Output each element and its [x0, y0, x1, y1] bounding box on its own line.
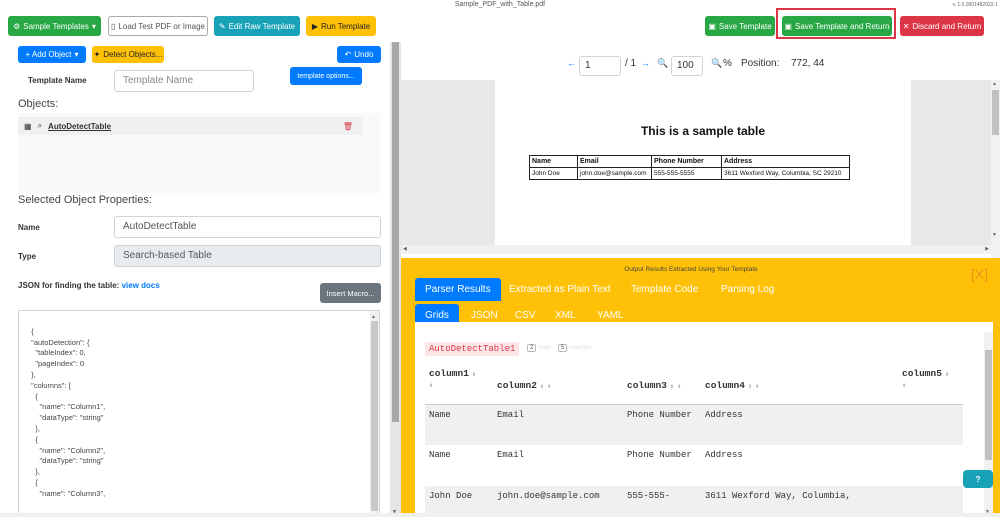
detect-objects-button[interactable]: ✦ Detect Objects... — [92, 46, 164, 63]
caret-down-icon: ▾ — [74, 50, 79, 59]
magic-icon: ✦ — [93, 50, 101, 59]
type-label: Type — [18, 252, 37, 261]
grid-scrollbar[interactable]: ▼ — [984, 332, 993, 517]
scrollbar-thumb[interactable] — [992, 90, 999, 135]
pdf-table: Name Email Phone Number Address John Doe… — [529, 155, 850, 180]
column-header[interactable]: column1 ⬍ ⬍ — [425, 364, 493, 405]
json-label: JSON for finding the table: view docs — [18, 281, 160, 290]
table-row: Name Email Phone Number Address — [425, 404, 963, 445]
tab-parsing-log[interactable]: Parsing Log — [711, 278, 784, 301]
objects-list: ▦ ⌕ AutoDetectTable 🗑 — [18, 113, 380, 193]
insert-macro-button[interactable]: Insert Macro... — [320, 283, 381, 303]
file-icon: ▯ — [111, 21, 116, 31]
sample-templates-dropdown[interactable]: ⚙ Sample Templates ▾ — [8, 16, 101, 36]
gear-icon: ⚙ — [13, 21, 21, 31]
scroll-down-icon[interactable]: ▼ — [992, 232, 997, 238]
splitter-scroll-thumb[interactable] — [392, 42, 399, 422]
version-label: v. 1.0.0001482022-1 — [952, 2, 998, 8]
play-icon: ▶ — [311, 21, 318, 31]
scroll-right-icon[interactable]: ▶ — [985, 246, 989, 252]
edit-raw-template-button[interactable]: ✎ Edit Raw Template — [214, 16, 300, 36]
sort-icon[interactable]: ⬍ — [942, 372, 949, 378]
scroll-left-icon[interactable]: ◀ — [403, 246, 407, 252]
tab-extracted-plain-text[interactable]: Extracted as Plain Text — [499, 278, 621, 301]
tab-template-code[interactable]: Template Code — [621, 278, 708, 301]
selected-properties-heading: Selected Object Properties: — [18, 194, 152, 206]
pdf-page[interactable]: This is a sample table Name Email Phone … — [495, 80, 911, 245]
save-icon: ▣ — [708, 21, 716, 31]
tab-parser-results[interactable]: Parser Results — [415, 278, 501, 301]
save-template-button[interactable]: ▣ Save Template — [705, 16, 775, 36]
status-strip — [0, 513, 1000, 517]
object-name[interactable]: AutoDetectTable — [48, 122, 111, 131]
object-name-input[interactable]: AutoDetectTable — [114, 216, 381, 238]
page-input[interactable]: 1 — [579, 56, 621, 76]
help-button[interactable]: ? — [963, 470, 993, 488]
zoom-unit: % — [723, 58, 732, 69]
preview-panel: ← 1 / 1 → 🔍 100 🔍 % Position: 772, 44 Th… — [401, 42, 1000, 517]
table-icon: ▦ — [24, 121, 32, 131]
grid-name-tag: AutoDetectTable1 — [425, 342, 520, 356]
column-header[interactable]: column3 ⬍ ⬍ — [623, 364, 701, 405]
zoom-input[interactable]: 100 — [671, 56, 703, 76]
undo-button[interactable]: ↶ Undo — [337, 46, 381, 63]
pdf-viewer[interactable]: This is a sample table Name Email Phone … — [401, 80, 1000, 288]
zoom-out-icon[interactable]: 🔍 — [657, 58, 668, 69]
column-header[interactable]: column5 ⬍ ⬍ — [898, 364, 963, 405]
grid-container: AutoDetectTable1 2 rows 5 columns column… — [415, 322, 993, 517]
run-template-button[interactable]: ▶ Run Template — [306, 16, 376, 36]
pdf-vertical-scrollbar[interactable]: ▲ ▼ — [991, 80, 1000, 288]
pdf-horizontal-scrollbar[interactable]: ◀ ▶ — [401, 245, 991, 254]
position-label: Position: — [741, 58, 780, 69]
results-panel: Output Results Extracted Using Your Temp… — [401, 258, 1000, 517]
json-editor-scrollbar[interactable]: ▲ — [370, 311, 379, 516]
window-title: Sample_PDF_with_Table.pdf — [454, 1, 546, 8]
load-test-pdf-button[interactable]: ▯ Load Test PDF or Image — [108, 16, 208, 36]
next-page-icon[interactable]: → — [641, 58, 650, 68]
prev-page-icon[interactable]: ← — [567, 58, 576, 68]
object-type-field: Search-based Table — [114, 245, 381, 267]
close-icon: ✕ — [902, 21, 910, 31]
columns-count-badge: 5 — [558, 344, 568, 352]
list-item[interactable]: ▦ ⌕ AutoDetectTable 🗑 — [18, 117, 363, 135]
highlight-frame — [776, 8, 896, 39]
table-row: Name Email Phone Number Address — [429, 450, 743, 460]
add-object-button[interactable]: + Add Object ▾ — [18, 46, 86, 63]
trash-icon[interactable]: 🗑 — [343, 122, 353, 131]
close-results-button[interactable]: [X] — [971, 266, 988, 282]
template-name-label: Template Name — [28, 76, 87, 85]
rows-count-badge: 2 — [527, 344, 537, 352]
sort-icon[interactable]: ⬍ ⬍ — [667, 384, 681, 390]
scrollbar-thumb[interactable] — [985, 350, 992, 460]
position-value: 772, 44 — [791, 58, 825, 69]
column-header[interactable]: column4 ⬍ ⬍ — [701, 364, 898, 405]
sort-icon[interactable]: ⬍ ⬍ — [745, 384, 759, 390]
name-label: Name — [18, 223, 40, 232]
search-icon: ⌕ — [37, 121, 43, 130]
zoom-in-icon[interactable]: 🔍 — [711, 58, 722, 69]
pdf-title: This is a sample table — [640, 124, 766, 138]
edit-icon: ✎ — [218, 21, 226, 31]
columns-label: columns — [569, 345, 592, 351]
sort-icon[interactable]: ⬍ — [469, 372, 476, 378]
json-text[interactable]: { "autoDetection": { "tableIndex": 0, "p… — [27, 327, 105, 498]
panel-splitter[interactable]: ▼ — [390, 42, 401, 517]
column-header[interactable]: column2 ⬍ ⬍ — [493, 364, 623, 405]
undo-icon: ↶ — [344, 50, 352, 59]
json-editor[interactable]: { "autoDetection": { "tableIndex": 0, "p… — [18, 310, 380, 517]
discard-and-return-button[interactable]: ✕ Discard and Return — [900, 16, 984, 36]
view-docs-link[interactable]: view docs — [122, 281, 160, 290]
caret-down-icon: ▾ — [91, 21, 96, 31]
results-grid: column1 ⬍ ⬍ column2 ⬍ ⬍ column3 ⬍ ⬍ colum… — [425, 364, 963, 517]
page-total: / 1 — [625, 58, 637, 69]
template-name-input[interactable]: Template Name — [114, 70, 254, 92]
pdf-toolbar: ← 1 / 1 → 🔍 100 🔍 % Position: 772, 44 — [401, 52, 1000, 78]
rows-label: rows — [538, 345, 551, 351]
sort-icon[interactable]: ⬍ ⬍ — [537, 384, 551, 390]
scrollbar-thumb[interactable] — [371, 321, 378, 511]
results-title: Output Results Extracted Using Your Temp… — [624, 266, 758, 273]
objects-heading: Objects: — [18, 98, 59, 110]
template-options-button[interactable]: template options... — [290, 67, 362, 85]
scroll-up-icon[interactable]: ▲ — [992, 81, 997, 87]
